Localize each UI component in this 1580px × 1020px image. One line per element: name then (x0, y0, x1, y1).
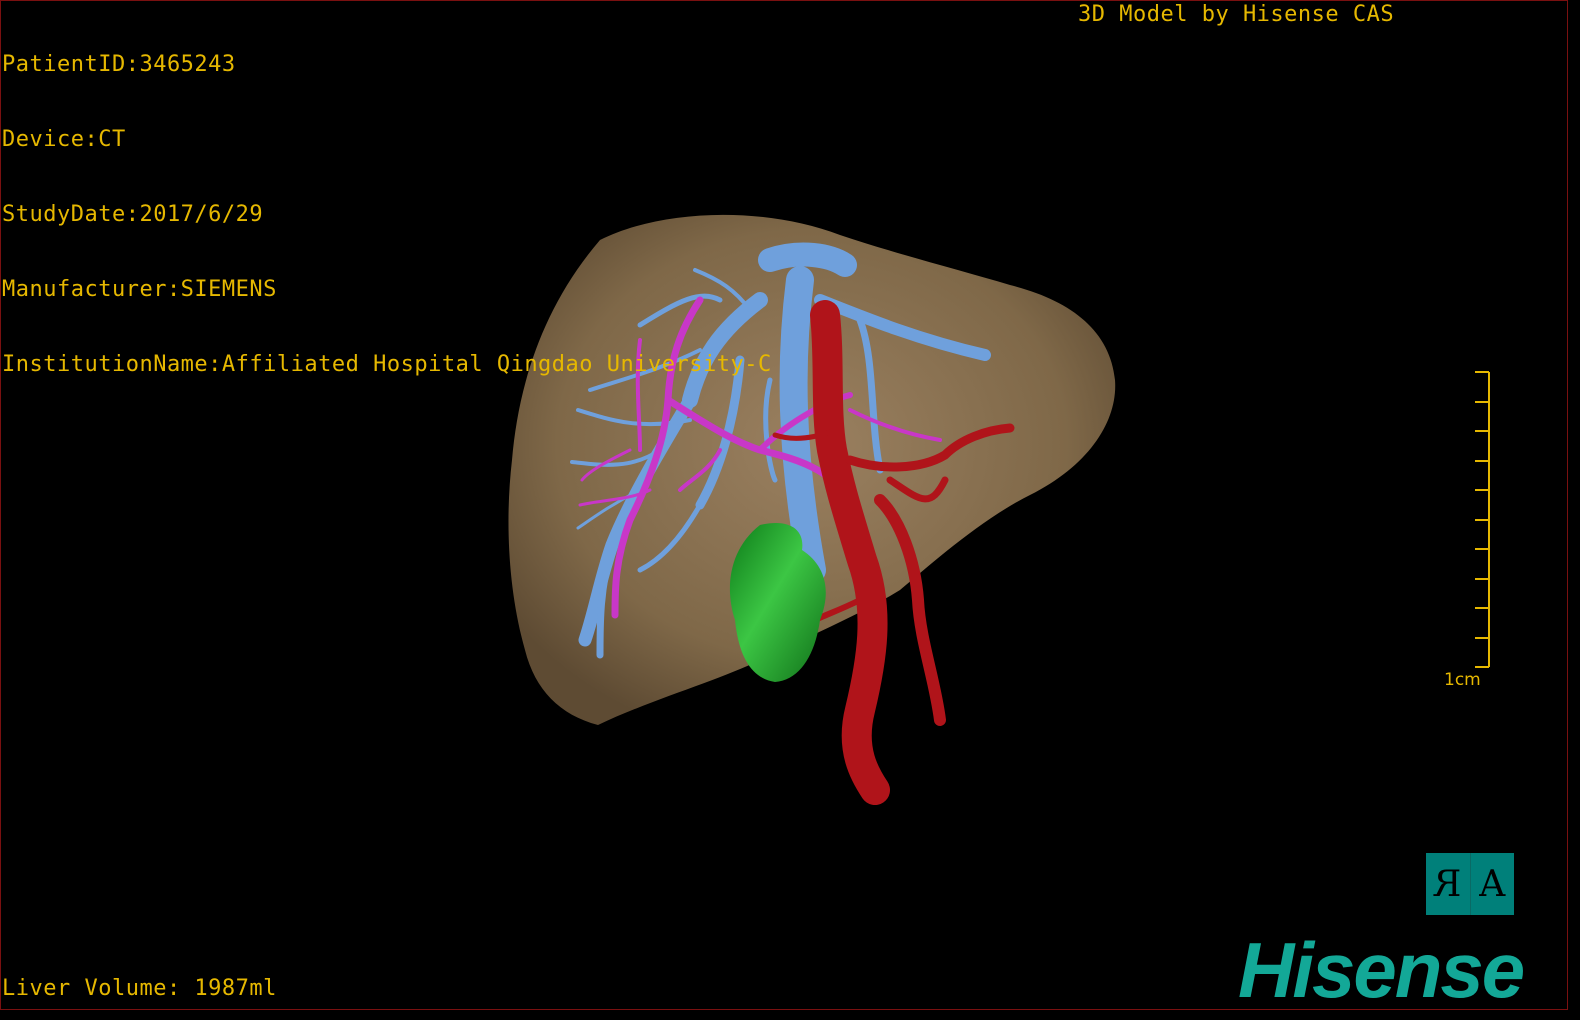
manufacturer: Manufacturer:SIEMENS (2, 277, 277, 302)
scale-bar-label: 1cm (1444, 670, 1481, 690)
institution-name: InstitutionName:Affiliated Hospital Qing… (2, 352, 772, 377)
study-date: StudyDate:2017/6/29 (2, 202, 264, 227)
device: Device:CT (2, 127, 126, 152)
model-credit: 3D Model by Hisense CAS (1078, 2, 1395, 27)
liver-volume: Liver Volume: 1987ml (2, 976, 277, 1001)
patient-id: PatientID:3465243 (2, 52, 236, 77)
dicom-info-overlay: PatientID:3465243 Device:CT StudyDate:20… (2, 2, 772, 402)
orientation-cube[interactable]: R A (1426, 853, 1514, 915)
hisense-logo: Hisense (1238, 926, 1525, 1014)
orientation-right-face[interactable]: R (1426, 853, 1470, 915)
orientation-anterior-face[interactable]: A (1469, 853, 1515, 915)
